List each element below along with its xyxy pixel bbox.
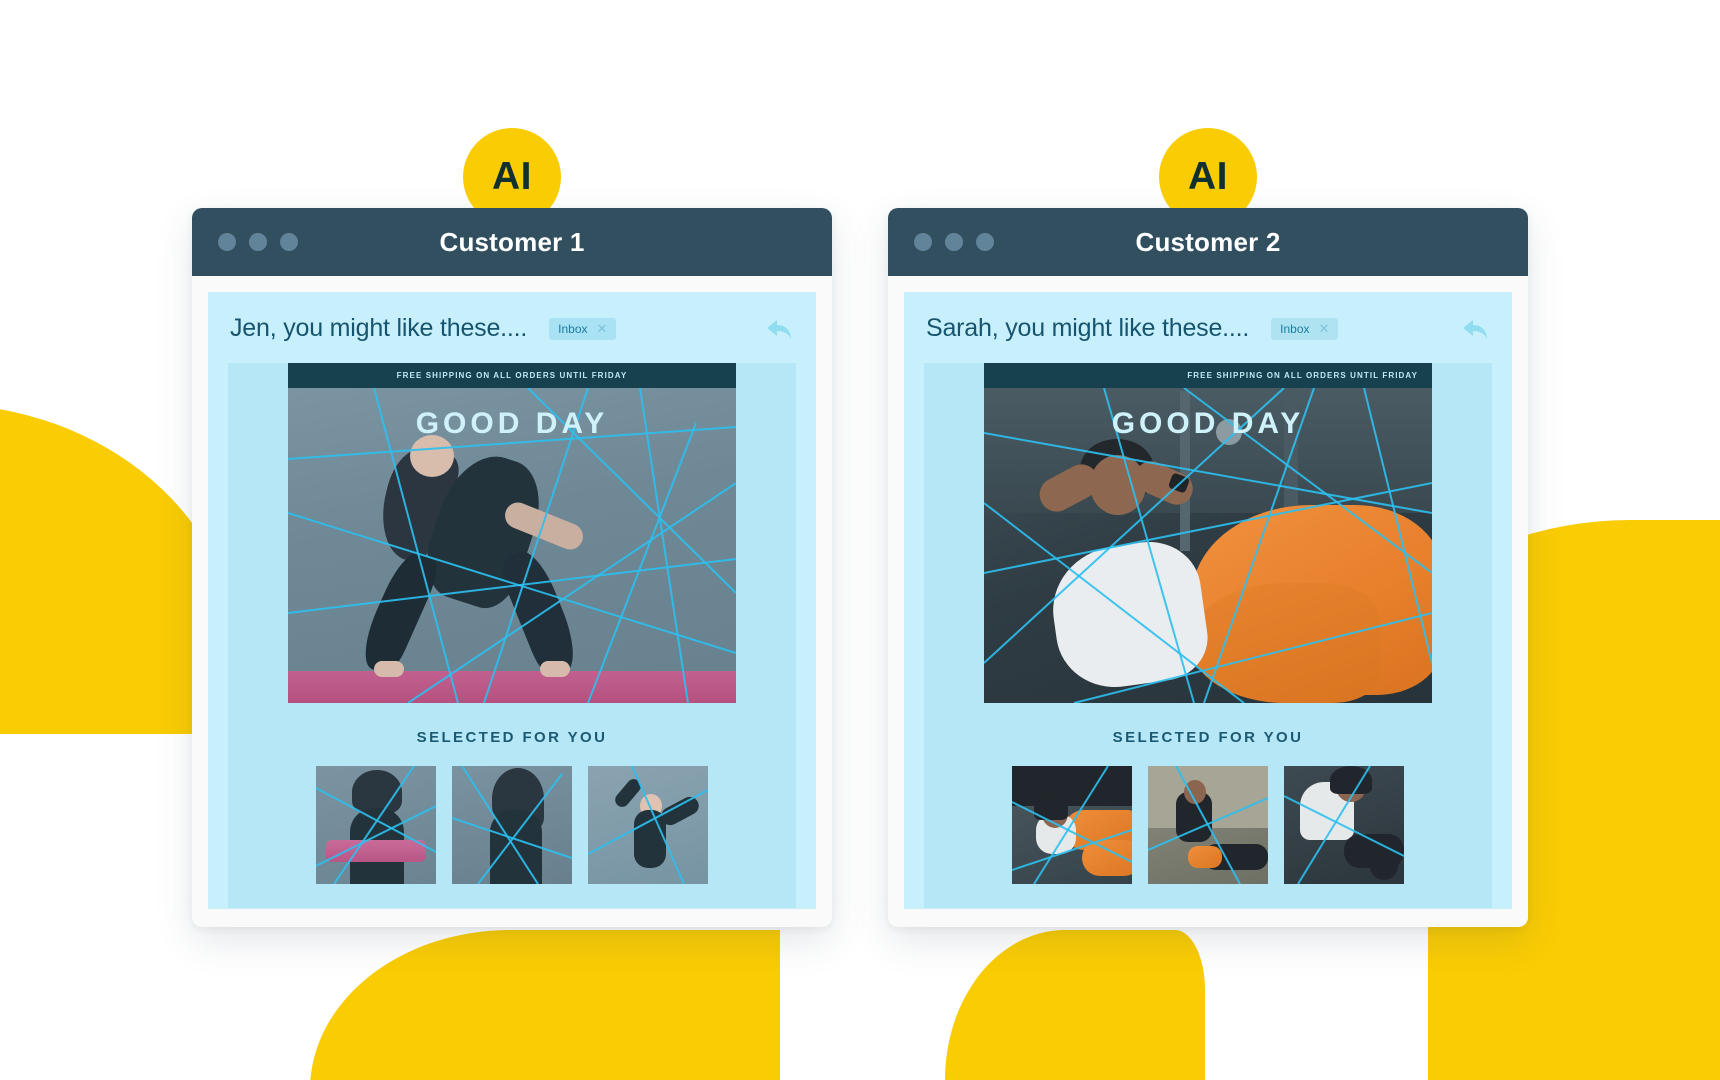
customer-window-2: AI Customer 2 Sarah, you might like thes…: [888, 128, 1528, 927]
newsletter-preview: FREE SHIPPING ON ALL ORDERS UNTIL FRIDAY…: [228, 363, 796, 908]
window-body: Jen, you might like these.... Inbox ✕ FR…: [192, 276, 832, 927]
email-view: Sarah, you might like these.... Inbox ✕: [904, 292, 1512, 909]
thumbnail-trainer-plank[interactable]: [1148, 766, 1268, 884]
maximize-dot-icon[interactable]: [976, 233, 994, 251]
customer-window-1: AI Customer 1 Jen, you might like these.…: [192, 128, 832, 927]
minimize-dot-icon[interactable]: [945, 233, 963, 251]
inbox-chip-label: Inbox: [558, 321, 588, 336]
inbox-label-chip[interactable]: Inbox ✕: [1271, 317, 1339, 340]
promo-banner: FREE SHIPPING ON ALL ORDERS UNTIL FRIDAY: [288, 363, 736, 388]
window-titlebar: Customer 2: [888, 208, 1528, 276]
promo-banner: FREE SHIPPING ON ALL ORDERS UNTIL FRIDAY: [984, 363, 1432, 388]
product-thumbnail-row: [924, 766, 1492, 884]
inbox-label-chip[interactable]: Inbox ✕: [549, 317, 617, 340]
page-canvas: AI Customer 1 Jen, you might like these.…: [0, 0, 1720, 1080]
hero-title: GOOD DAY: [415, 407, 609, 440]
section-title: SELECTED FOR YOU: [1112, 729, 1304, 746]
ai-badge-label: AI: [1188, 155, 1228, 198]
window-titlebar: Customer 1: [192, 208, 832, 276]
section-title: SELECTED FOR YOU: [416, 729, 608, 746]
thumbnail-yoga-portrait[interactable]: [452, 766, 572, 884]
ai-badge-label: AI: [492, 155, 532, 198]
reply-arrow-icon[interactable]: [764, 316, 794, 342]
minimize-dot-icon[interactable]: [249, 233, 267, 251]
inbox-chip-label: Inbox: [1280, 321, 1310, 336]
yellow-blob-bottom-middle: [945, 930, 1205, 1080]
email-subject: Jen, you might like these....: [230, 314, 528, 342]
email-header: Jen, you might like these.... Inbox ✕: [208, 292, 816, 357]
thumbnail-yoga-mat[interactable]: [316, 766, 436, 884]
newsletter-hero: FREE SHIPPING ON ALL ORDERS UNTIL FRIDAY…: [288, 363, 736, 703]
maximize-dot-icon[interactable]: [280, 233, 298, 251]
newsletter-hero: FREE SHIPPING ON ALL ORDERS UNTIL FRIDAY…: [984, 363, 1432, 703]
hero-title: GOOD DAY: [1111, 407, 1305, 440]
newsletter-preview: FREE SHIPPING ON ALL ORDERS UNTIL FRIDAY…: [924, 363, 1492, 908]
close-icon[interactable]: ✕: [597, 322, 608, 335]
yellow-blob-bottom-left: [310, 930, 780, 1080]
promo-banner-text: FREE SHIPPING ON ALL ORDERS UNTIL FRIDAY: [396, 371, 628, 380]
thumbnail-leg-press[interactable]: [1012, 766, 1132, 884]
window-controls[interactable]: [218, 233, 298, 251]
product-thumbnail-row: [228, 766, 796, 884]
email-subject: Sarah, you might like these....: [926, 314, 1250, 342]
close-dot-icon[interactable]: [218, 233, 236, 251]
promo-banner-text: FREE SHIPPING ON ALL ORDERS UNTIL FRIDAY: [1187, 371, 1418, 380]
thumbnail-yoga-standing-pose[interactable]: [588, 766, 708, 884]
email-header: Sarah, you might like these.... Inbox ✕: [904, 292, 1512, 357]
window-controls[interactable]: [914, 233, 994, 251]
thumbnail-ab-roller[interactable]: [1284, 766, 1404, 884]
close-dot-icon[interactable]: [914, 233, 932, 251]
window-body: Sarah, you might like these.... Inbox ✕: [888, 276, 1528, 927]
close-icon[interactable]: ✕: [1319, 322, 1330, 335]
email-view: Jen, you might like these.... Inbox ✕ FR…: [208, 292, 816, 909]
reply-arrow-icon[interactable]: [1460, 316, 1490, 342]
